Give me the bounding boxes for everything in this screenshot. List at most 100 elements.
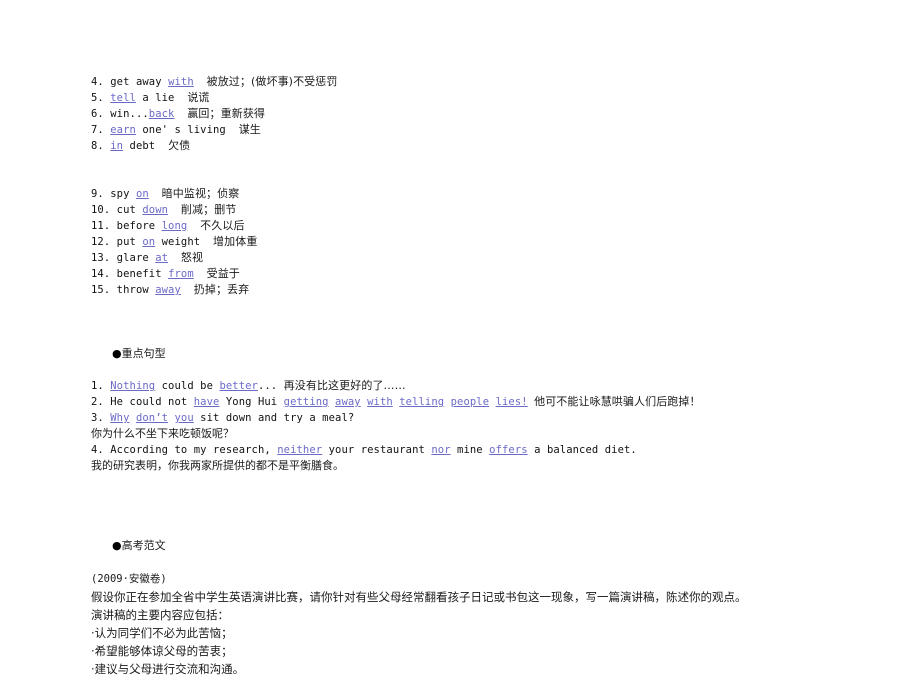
key-sentence-highlight: you xyxy=(174,412,194,424)
phrase-text-before: cut xyxy=(110,204,143,216)
phrase-gloss: 谋生 xyxy=(238,123,261,136)
key-sentence-highlight: offers xyxy=(489,444,528,456)
key-sentence-text: Yong Hui xyxy=(219,396,284,408)
phrase-number: 9. xyxy=(91,188,104,200)
phrase-text-before: get away xyxy=(103,76,169,88)
phrase-text-after: weight xyxy=(155,236,201,248)
phrase-key-word: on xyxy=(142,236,156,248)
document-page: 4. get away with 被放过；(做坏事)不受惩罚 5. tell a … xyxy=(0,0,920,700)
phrase-gloss: 被放过；(做坏事)不受惩罚 xyxy=(206,75,338,88)
key-sentence-text: ... xyxy=(257,380,284,392)
phrase-key-word: in xyxy=(110,140,124,152)
phrase-gloss: 怒视 xyxy=(180,251,204,264)
key-sentences-list: 1. Nothing could be better... 再没有比这更好的了…… xyxy=(91,378,881,474)
key-sentence-text: sit down and try a meal? xyxy=(193,412,355,424)
phrase-number: 5. xyxy=(91,92,104,104)
phrase-list-item: 9. spy on 暗中监视；侦察 xyxy=(91,186,881,202)
phrase-list-item: 13. glare at 怒视 xyxy=(91,250,881,266)
phrase-list-item: 7. earn one' s living 谋生 xyxy=(91,122,881,138)
essay-bullet-text: 认为同学们不必为此苦恼； xyxy=(94,626,233,640)
phrase-number: 14. xyxy=(91,268,111,280)
phrase-list-item: 15. throw away 扔掉；丢弃 xyxy=(91,282,881,298)
section-bullet-icon: ● xyxy=(111,539,122,552)
essay-source: (2009·安徽卷) xyxy=(91,573,167,585)
key-sentence-number: 4. xyxy=(91,444,104,456)
phrase-text-after: debt xyxy=(123,140,156,152)
phrase-list-item: 14. benefit from 受益于 xyxy=(91,266,881,282)
phrase-list-item: 10. cut down 削减；删节 xyxy=(91,202,881,218)
phrase-key-word: on xyxy=(135,188,149,200)
phrase-spacer xyxy=(168,204,181,216)
key-sentence-highlight: lies! xyxy=(495,396,528,408)
phrase-gloss: 削减；删节 xyxy=(180,203,237,216)
phrase-key-word: away xyxy=(155,284,181,296)
essay-heading-label: 高考范文 xyxy=(121,539,166,552)
phrase-number: 13. xyxy=(91,252,111,264)
phrase-spacer xyxy=(200,236,213,248)
phrase-text-before: spy xyxy=(103,188,136,200)
key-sentence-highlight: nor xyxy=(431,444,451,456)
phrase-number: 15. xyxy=(91,284,111,296)
phrase-list-item: 11. before long 不久以后 xyxy=(91,218,881,234)
phrase-spacer xyxy=(181,284,194,296)
phrase-list-item: 6. win...back 赢回；重新获得 xyxy=(91,106,881,122)
phrase-spacer xyxy=(174,108,187,120)
phrase-list-group-2: 9. spy on 暗中监视；侦察 10. cut down 削减；删节 11. b… xyxy=(91,186,881,298)
phrase-gloss: 赢回；重新获得 xyxy=(187,107,266,120)
phrase-spacer xyxy=(187,220,200,232)
key-sentence-highlight: getting xyxy=(283,396,329,408)
essay-bullet-item: ·希望能够体谅父母的苦衷； xyxy=(91,642,881,660)
phrase-text-before: put xyxy=(110,236,143,248)
essay-prompt-line-2: 演讲稿的主要内容应包括： xyxy=(91,608,229,622)
phrase-key-word: down xyxy=(142,204,169,216)
key-sentence-gloss: 他可不能让咏慧哄骗人们后跑掉！ xyxy=(534,395,701,408)
essay-bullet-text: 希望能够体谅父母的苦衷； xyxy=(94,644,233,658)
key-sentences-heading-label: 重点句型 xyxy=(121,347,166,360)
phrase-number: 10. xyxy=(91,204,111,216)
phrase-spacer xyxy=(194,76,207,88)
key-sentence-gloss: 再没有比这更好的了…… xyxy=(283,379,406,392)
phrase-text-before: win... xyxy=(103,108,149,120)
key-sentence-item: 1. Nothing could be better... 再没有比这更好的了…… xyxy=(91,378,881,394)
key-sentence-text: could be xyxy=(155,380,220,392)
key-sentence-highlight: Why xyxy=(110,412,130,424)
phrase-text-before: glare xyxy=(110,252,156,264)
key-sentence-highlight: have xyxy=(193,396,220,408)
phrase-text-before: throw xyxy=(110,284,156,296)
phrase-text-after: a lie xyxy=(135,92,175,104)
phrase-number: 12. xyxy=(91,236,111,248)
phrase-key-word: from xyxy=(168,268,194,280)
key-sentence-text: a balanced diet. xyxy=(527,444,637,456)
phrase-spacer xyxy=(194,268,207,280)
phrase-list-item: 8. in debt 欠债 xyxy=(91,138,881,154)
phrase-text-before: benefit xyxy=(110,268,169,280)
phrase-key-word: with xyxy=(168,76,194,88)
key-sentence-text: your restaurant xyxy=(322,444,432,456)
essay-bullet-text: 建议与父母进行交流和沟通。 xyxy=(94,662,245,676)
phrase-text-after: one' s living xyxy=(135,124,226,136)
key-sentence-translation: 我的研究表明，你我两家所提供的都不是平衡膳食。 xyxy=(91,459,344,472)
key-sentence-number: 2. xyxy=(91,396,104,408)
key-sentence-text: He could not xyxy=(103,396,194,408)
phrase-key-word: earn xyxy=(110,124,136,136)
key-sentence-number: 3. xyxy=(91,412,104,424)
phrase-spacer xyxy=(174,92,187,104)
key-sentence-highlight: better xyxy=(219,380,258,392)
section-bullet-icon: ● xyxy=(111,347,122,360)
phrase-number: 11. xyxy=(91,220,111,232)
phrase-list-item: 12. put on weight 增加体重 xyxy=(91,234,881,250)
phrase-number: 8. xyxy=(91,140,104,152)
phrase-key-word: back xyxy=(148,108,175,120)
phrase-gloss: 暗中监视；侦察 xyxy=(161,187,240,200)
phrase-key-word: at xyxy=(155,252,169,264)
key-sentence-text: mine xyxy=(450,444,490,456)
key-sentences-heading: ●重点句型 xyxy=(91,330,881,378)
key-sentence-number: 1. xyxy=(91,380,104,392)
phrase-spacer xyxy=(226,124,239,136)
phrase-gloss: 扔掉；丢弃 xyxy=(193,283,250,296)
phrase-spacer xyxy=(155,140,168,152)
key-sentence-text: According to my research, xyxy=(103,444,278,456)
